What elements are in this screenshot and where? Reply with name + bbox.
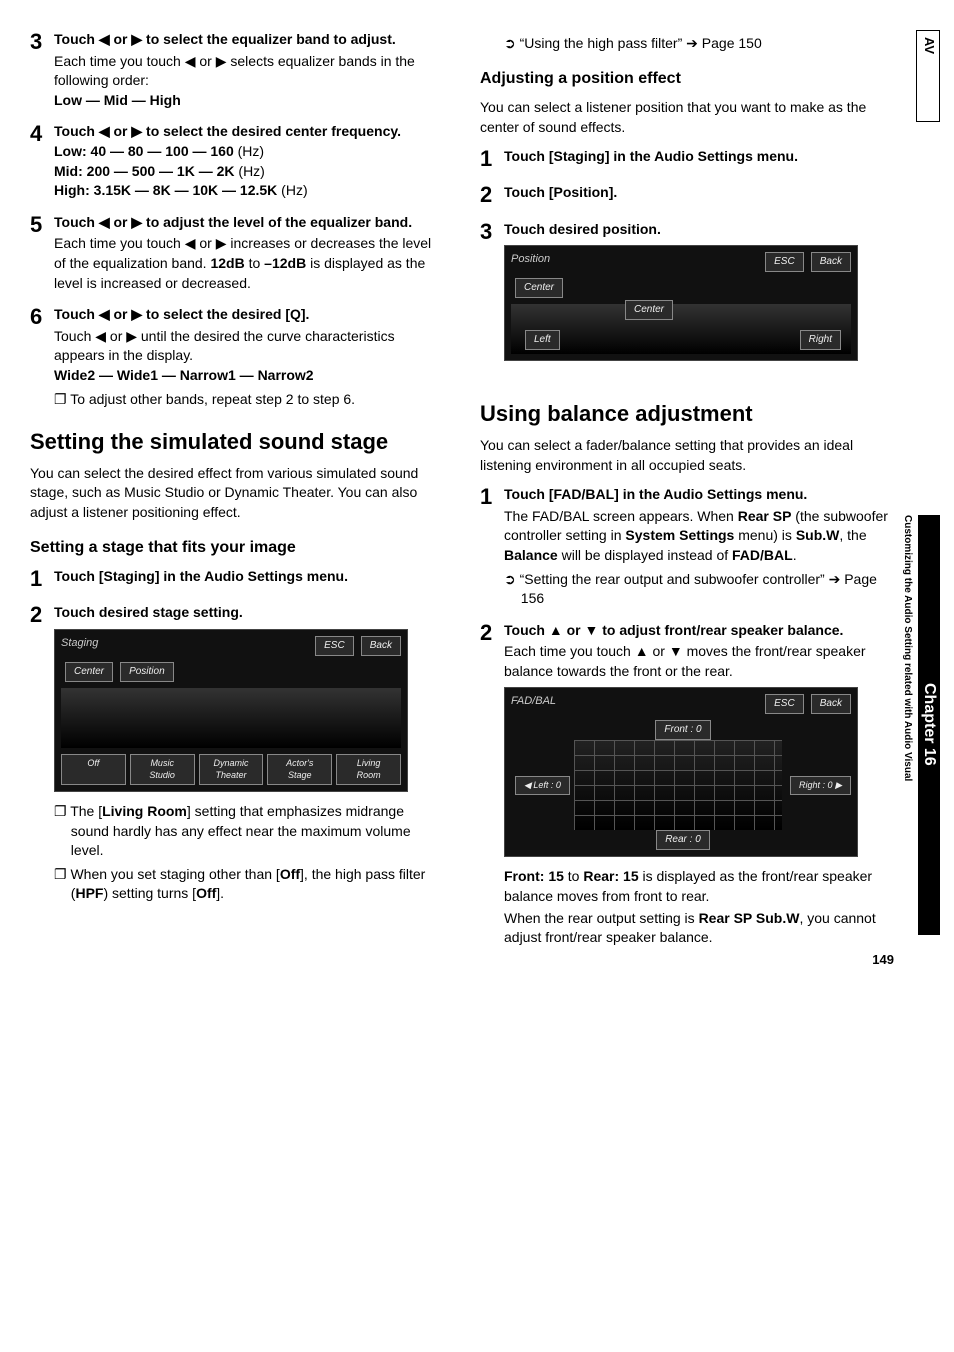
step-title: Touch ◀ or ▶ to adjust the level of the … xyxy=(54,213,440,233)
back-button: Back xyxy=(811,694,851,714)
staging-step-2: 2 Touch desired stage setting. Staging E… xyxy=(30,603,440,904)
section-heading: Setting the simulated sound stage xyxy=(30,427,440,458)
step-number: 2 xyxy=(480,183,504,207)
esc-button: ESC xyxy=(315,636,354,656)
step-number: 1 xyxy=(30,567,54,591)
subsection-heading: Setting a stage that fits your image xyxy=(30,537,440,559)
subwoofer-reference: “Setting the rear output and subwoofer c… xyxy=(504,570,890,609)
step-title: Touch [Staging] in the Audio Settings me… xyxy=(504,147,890,167)
fadbal-screenshot: FAD/BAL ESC Back Front : 0 ◀ Left : 0 Ri… xyxy=(504,687,858,857)
step-number: 2 xyxy=(30,603,54,904)
step-title: Touch desired stage setting. xyxy=(54,603,440,623)
living-room-button: Living Room xyxy=(336,754,401,785)
step-number: 3 xyxy=(480,220,504,372)
step-number: 2 xyxy=(480,621,504,948)
section-body: You can select a fader/balance setting t… xyxy=(480,436,890,475)
rear-button: Rear : 0 xyxy=(656,830,710,850)
subsection-heading: Adjusting a position effect xyxy=(480,68,890,90)
step-sequence: Low — Mid — High xyxy=(54,91,440,111)
position-screenshot: Position ESC Back Center Center Left Rig… xyxy=(504,245,858,361)
dynamic-theater-button: Dynamic Theater xyxy=(199,754,264,785)
section-heading: Using balance adjustment xyxy=(480,399,890,430)
step-number: 1 xyxy=(480,147,504,171)
step-sequence: Wide2 — Wide1 — Narrow1 — Narrow2 xyxy=(54,366,440,386)
step-title: Touch ◀ or ▶ to select the desired [Q]. xyxy=(54,305,440,325)
step-title: Touch desired position. xyxy=(504,220,890,240)
ui-title: Staging xyxy=(61,636,98,656)
step-text: Each time you touch ◀ or ▶ increases or … xyxy=(54,234,440,293)
staging-screenshot: Staging ESC Back Center Position Off Mus… xyxy=(54,629,408,792)
balance-step-2: 2 Touch ▲ or ▼ to adjust front/rear spea… xyxy=(480,621,890,948)
freq-low: Low: 40 — 80 — 100 — 160 (Hz) xyxy=(54,142,440,162)
step-title: Touch ◀ or ▶ to select the desired cente… xyxy=(54,122,440,142)
step-text: The FAD/BAL screen appears. When Rear SP… xyxy=(504,507,890,566)
esc-button: ESC xyxy=(765,252,804,272)
back-button: Back xyxy=(811,252,851,272)
actors-stage-button: Actor's Stage xyxy=(267,754,332,785)
step-text: Each time you touch ▲ or ▼ moves the fro… xyxy=(504,642,890,681)
step-number: 5 xyxy=(30,213,54,293)
step-number: 6 xyxy=(30,305,54,409)
step-number: 3 xyxy=(30,30,54,110)
step-title: Touch ▲ or ▼ to adjust front/rear speake… xyxy=(504,621,890,641)
staging-step-1: 1 Touch [Staging] in the Audio Settings … xyxy=(30,567,440,591)
freq-high: High: 3.15K — 8K — 10K — 12.5K (Hz) xyxy=(54,181,440,201)
hpf-reference: “Using the high pass filter” ➔ Page 150 xyxy=(504,34,890,54)
freq-mid: Mid: 200 — 500 — 1K — 2K (Hz) xyxy=(54,162,440,182)
av-tab: AV xyxy=(916,30,940,122)
position-step-3: 3 Touch desired position. Position ESC B… xyxy=(480,220,890,372)
page-number: 149 xyxy=(872,951,894,969)
position-step-1: 1 Touch [Staging] in the Audio Settings … xyxy=(480,147,890,171)
ui-title: FAD/BAL xyxy=(511,694,556,714)
balance-range-text: Front: 15 to Rear: 15 is displayed as th… xyxy=(504,867,890,906)
position-step-2: 2 Touch [Position]. xyxy=(480,183,890,207)
step-title: Touch [FAD/BAL] in the Audio Settings me… xyxy=(504,485,890,505)
hpf-note: When you set staging other than [Off], t… xyxy=(54,865,440,904)
position-button: Position xyxy=(120,662,174,682)
step-note: To adjust other bands, repeat step 2 to … xyxy=(54,390,440,410)
chapter-tab: Chapter 16 xyxy=(918,515,940,935)
step-5: 5 Touch ◀ or ▶ to adjust the level of th… xyxy=(30,213,440,293)
step-6: 6 Touch ◀ or ▶ to select the desired [Q]… xyxy=(30,305,440,409)
step-title: Touch ◀ or ▶ to select the equalizer ban… xyxy=(54,30,440,50)
living-room-note: The [Living Room] setting that emphasize… xyxy=(54,802,440,861)
back-button: Back xyxy=(361,636,401,656)
esc-button: ESC xyxy=(765,694,804,714)
center-tab: Center xyxy=(515,278,563,298)
music-studio-button: Music Studio xyxy=(130,754,195,785)
step-title: Touch [Staging] in the Audio Settings me… xyxy=(54,567,440,587)
balance-step-1: 1 Touch [FAD/BAL] in the Audio Settings … xyxy=(480,485,890,609)
front-button: Front : 0 xyxy=(655,720,710,740)
section-body: You can select the desired effect from v… xyxy=(30,464,440,523)
balance-subw-note: When the rear output setting is Rear SP … xyxy=(504,909,890,948)
right-button: Right : 0 ▶ xyxy=(790,776,851,795)
left-button: Left xyxy=(525,330,560,350)
side-caption: Customizing the Audio Setting related wi… xyxy=(900,515,914,935)
subsection-body: You can select a listener position that … xyxy=(480,98,890,137)
side-rail: AV Customizing the Audio Setting related… xyxy=(904,30,940,935)
step-text: Each time you touch ◀ or ▶ selects equal… xyxy=(54,52,440,91)
step-number: 4 xyxy=(30,122,54,200)
off-button: Off xyxy=(61,754,126,785)
step-title: Touch [Position]. xyxy=(504,183,890,203)
center-button: Center xyxy=(625,300,673,320)
step-text: Touch ◀ or ▶ until the desired the curve… xyxy=(54,327,440,366)
left-button: ◀ Left : 0 xyxy=(515,776,570,795)
center-button: Center xyxy=(65,662,113,682)
step-4: 4 Touch ◀ or ▶ to select the desired cen… xyxy=(30,122,440,200)
step-number: 1 xyxy=(480,485,504,609)
step-3: 3 Touch ◀ or ▶ to select the equalizer b… xyxy=(30,30,440,110)
right-button: Right xyxy=(800,330,841,350)
ui-title: Position xyxy=(511,252,550,272)
